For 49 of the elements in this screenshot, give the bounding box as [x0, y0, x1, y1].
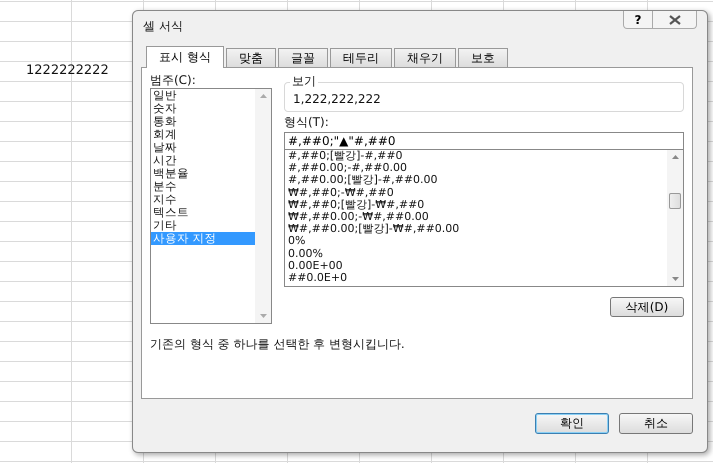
format-item[interactable]: #,##0.00;-#,##0.00 [288, 162, 667, 174]
category-item[interactable]: 백분율 [151, 167, 255, 180]
category-item[interactable]: 통화 [151, 115, 255, 128]
window-title: 셀 서식 [143, 18, 183, 35]
format-item[interactable]: 0.00E+00 [288, 260, 667, 272]
delete-button[interactable]: 삭제(D) [610, 297, 684, 317]
cancel-button[interactable]: 취소 [619, 413, 693, 434]
format-item[interactable]: 0.00% [288, 248, 667, 260]
format-item[interactable]: ₩#,##0;[빨강]-₩#,##0 [288, 198, 667, 212]
preview-value: 1,222,222,222 [292, 92, 381, 106]
tab[interactable]: 보호 [458, 48, 508, 67]
format-item[interactable]: #,##0;[빨강]-#,##0 [288, 150, 667, 162]
tab[interactable]: 채우기 [394, 48, 456, 67]
category-item[interactable]: 기타 [151, 219, 255, 232]
category-label: 범주(C): [150, 72, 197, 88]
up-arrow-icon [672, 155, 678, 159]
down-arrow-icon [672, 277, 678, 281]
category-item[interactable]: 텍스트 [151, 206, 255, 219]
tab[interactable]: 맞춤 [226, 48, 276, 67]
category-item[interactable]: 분수 [151, 180, 255, 193]
down-arrow-icon [260, 314, 266, 318]
close-button[interactable] [653, 11, 697, 29]
scroll-thumb[interactable] [669, 193, 681, 209]
category-item[interactable]: 회계 [151, 128, 255, 141]
format-item[interactable]: ##0.0E+0 [288, 272, 667, 284]
close-icon [668, 14, 680, 24]
preview-label: 보기 [290, 73, 318, 90]
format-input[interactable]: #,##0;"▲"#,##0 [284, 132, 684, 150]
format-item[interactable]: ₩#,##0.00;[빨강]-₩#,##0.00 [288, 223, 667, 236]
category-item[interactable]: 일반 [151, 89, 255, 102]
format-item[interactable]: 0% [288, 235, 667, 248]
category-item[interactable]: 지수 [151, 193, 255, 206]
cell-value: 1222222222 [26, 63, 109, 78]
format-item[interactable]: ₩#,##0;-₩#,##0 [288, 186, 667, 199]
scrollbar[interactable] [255, 89, 271, 323]
tab[interactable]: 글꼴 [278, 48, 328, 67]
format-item[interactable]: ₩#,##0.00;-₩#,##0.00 [288, 211, 667, 224]
ok-button[interactable]: 확인 [535, 413, 609, 434]
category-item[interactable]: 시간 [151, 154, 255, 167]
format-label: 형식(T): [284, 114, 330, 130]
category-item[interactable]: 날짜 [151, 141, 255, 154]
scrollbar[interactable] [667, 150, 683, 286]
tab[interactable]: 테두리 [330, 48, 392, 67]
description-text: 기존의 형식 중 하나를 선택한 후 변형시킵니다. [150, 336, 406, 353]
help-button[interactable]: ? [623, 11, 653, 29]
format-item[interactable]: #,##0.00;[빨강]-#,##0.00 [288, 174, 667, 187]
up-arrow-icon [260, 94, 266, 98]
tab[interactable]: 표시 형식 [146, 46, 224, 68]
category-item[interactable]: 숫자 [151, 102, 255, 115]
